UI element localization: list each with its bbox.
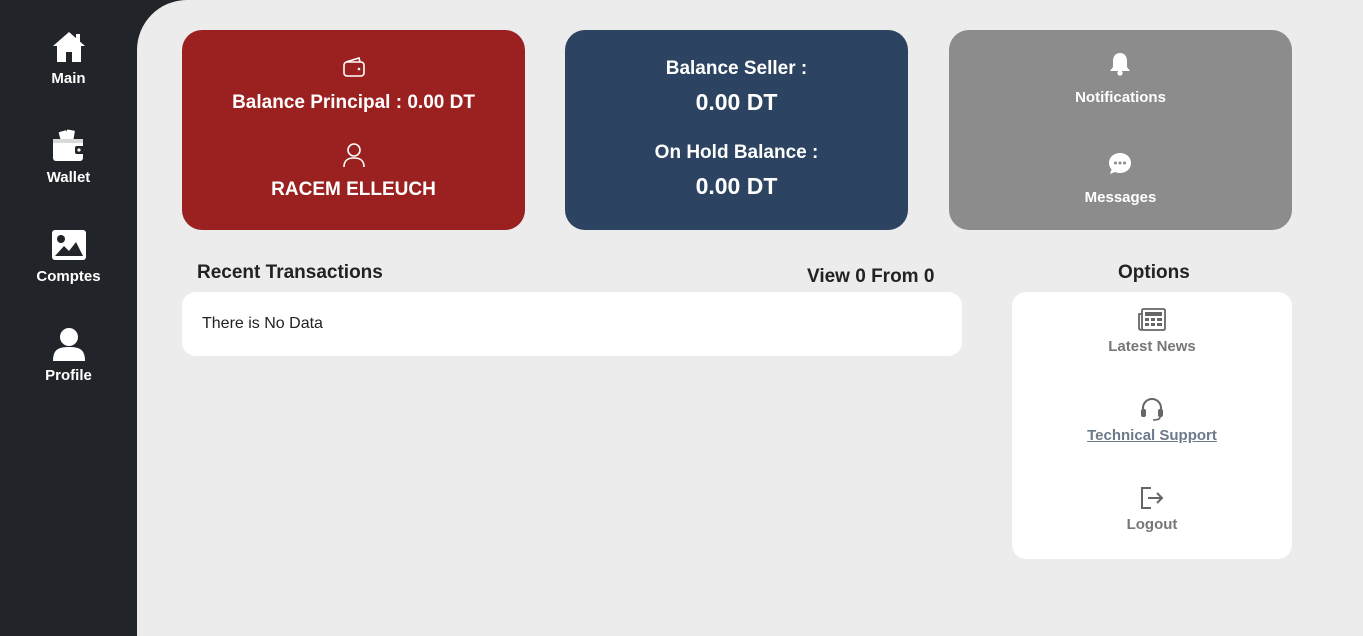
principal-balance-text: Balance Principal : 0.00 DT (232, 92, 475, 113)
messages-label: Messages (1084, 189, 1157, 206)
messages-button[interactable]: Messages (949, 150, 1292, 220)
bell-icon (1110, 53, 1130, 76)
alerts-card: Notifications Messages (949, 30, 1292, 230)
transactions-list: There is No Data (182, 292, 962, 356)
logout-label: Logout (1126, 516, 1178, 533)
sidebar-item-comptes[interactable]: Comptes (0, 228, 137, 308)
seller-balance-value: 0.00 DT (695, 89, 778, 115)
sidebar-item-label: Wallet (46, 169, 91, 186)
sidebar-item-label: Profile (45, 367, 92, 384)
transactions-title: Recent Transactions (197, 262, 383, 283)
technical-support-label: Technical Support (1087, 427, 1217, 444)
wallet-outline-icon (343, 56, 365, 77)
logout-button[interactable]: Logout (1012, 486, 1292, 556)
empty-state-text: There is No Data (202, 315, 323, 332)
technical-support-link[interactable]: Technical Support (1012, 397, 1292, 467)
latest-news-label: Latest News (1108, 338, 1196, 355)
seller-balance-label: Balance Seller : (665, 58, 808, 79)
newspaper-icon (1138, 308, 1166, 331)
wallet-icon (52, 129, 85, 161)
sidebar-item-label: Comptes (36, 268, 101, 285)
options-panel: Latest News Technical Support Logout (1012, 292, 1292, 559)
user-outline-icon (343, 143, 365, 168)
sidebar: Main Wallet Comptes Profile (0, 0, 137, 636)
logout-icon (1141, 487, 1164, 509)
latest-news-button[interactable]: Latest News (1012, 308, 1292, 378)
options-title: Options (1118, 262, 1190, 283)
seller-balance-card: Balance Seller : 0.00 DT On Hold Balance… (565, 30, 908, 230)
sidebar-item-profile[interactable]: Profile (0, 327, 137, 407)
hold-balance-value: 0.00 DT (695, 173, 778, 199)
notifications-button[interactable]: Notifications (949, 50, 1292, 120)
chat-bubble-icon (1109, 153, 1131, 174)
hold-balance-label: On Hold Balance : (654, 142, 819, 163)
user-name: RACEM ELLEUCH (271, 179, 436, 200)
sidebar-item-wallet[interactable]: Wallet (0, 129, 137, 209)
sidebar-item-main[interactable]: Main (0, 30, 137, 110)
main-content: Balance Principal : 0.00 DT RACEM ELLEUC… (137, 0, 1363, 636)
principal-balance-card: Balance Principal : 0.00 DT RACEM ELLEUC… (182, 30, 525, 230)
home-icon (52, 32, 85, 62)
sidebar-item-label: Main (51, 70, 86, 87)
headset-icon (1141, 397, 1163, 421)
notifications-label: Notifications (1075, 89, 1166, 106)
image-icon (51, 230, 86, 260)
user-icon (52, 328, 85, 361)
transactions-pagination: View 0 From 0 (807, 266, 935, 287)
